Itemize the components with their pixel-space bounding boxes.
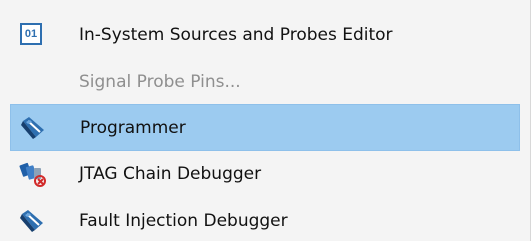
menu-item-label: Fault Injection Debugger [79, 211, 288, 231]
menu-item-label: JTAG Chain Debugger [79, 164, 262, 184]
menu-item-in-system-sources-probes-editor[interactable]: 01 In-System Sources and Probes Editor [10, 12, 520, 59]
programmer-icon [20, 114, 48, 142]
jtag-chain-icon [19, 160, 47, 188]
menu-item-fault-injection-debugger[interactable]: Fault Injection Debugger [10, 198, 520, 245]
tools-menu: 01 In-System Sources and Probes Editor S… [0, 0, 531, 241]
binary-01-icon: 01 [19, 21, 47, 49]
binary-01-icon-text: 01 [20, 23, 42, 45]
menu-item-label: Programmer [80, 118, 186, 138]
menu-item-jtag-chain-debugger[interactable]: JTAG Chain Debugger [10, 151, 520, 198]
fault-injection-icon [19, 207, 47, 235]
menu-item-programmer[interactable]: Programmer [10, 104, 520, 151]
menu-item-label: In-System Sources and Probes Editor [79, 25, 393, 45]
menu-item-signal-probe-pins: Signal Probe Pins... [10, 59, 520, 106]
menu-item-label: Signal Probe Pins... [79, 72, 241, 92]
